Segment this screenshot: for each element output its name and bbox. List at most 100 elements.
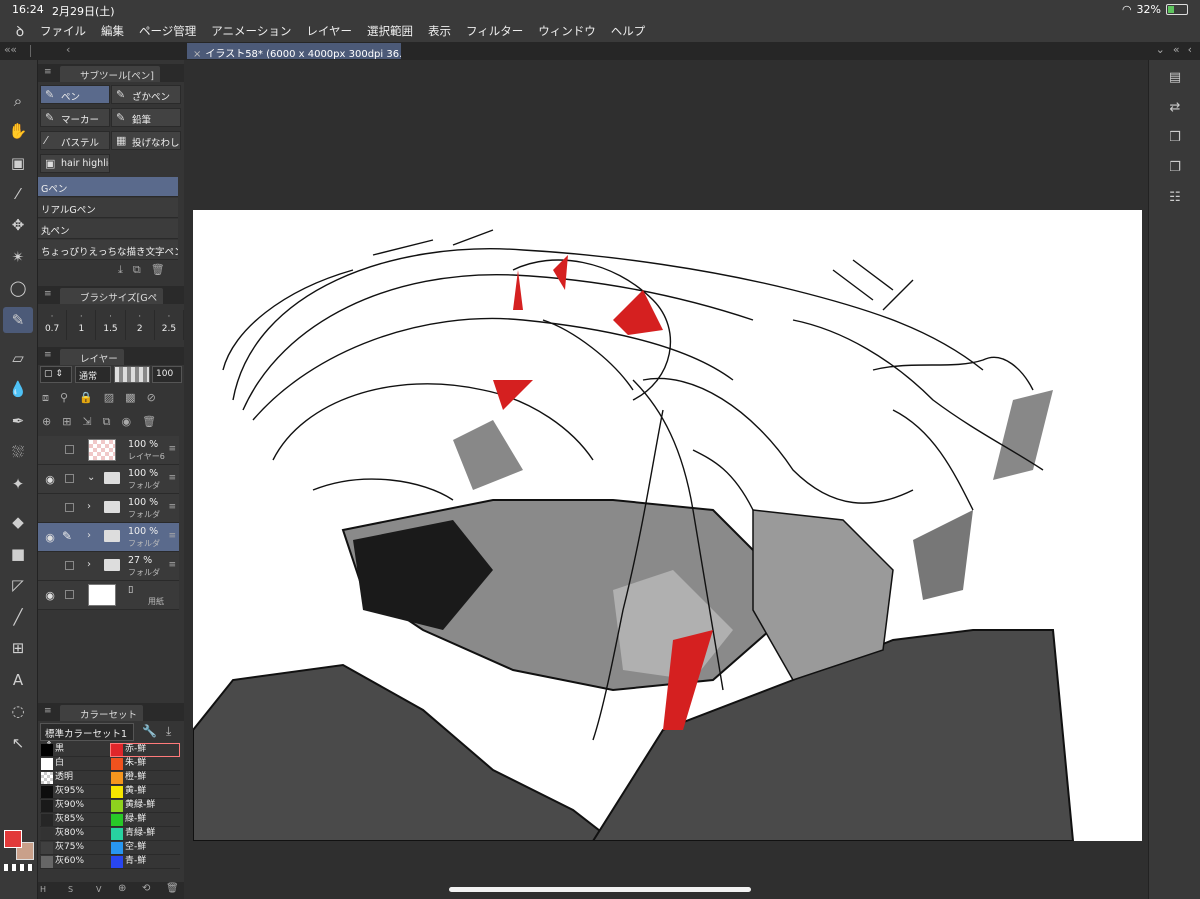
layer-menu-icon[interactable]: ≡ xyxy=(168,560,176,570)
trash-icon[interactable]: 🗑 xyxy=(166,883,179,894)
new-layer-icon[interactable]: ⊕ xyxy=(42,415,51,429)
color-swatch[interactable]: 灰90% xyxy=(40,799,110,813)
lasso-tool-icon[interactable]: ◯ xyxy=(3,275,33,301)
menu-layer[interactable]: レイヤー xyxy=(306,23,352,39)
ruler-icon[interactable]: ⊘ xyxy=(147,391,156,405)
menu-page[interactable]: ページ管理 xyxy=(139,23,196,39)
app-logo-icon[interactable]: ꝺ xyxy=(0,22,40,41)
close-tab-icon[interactable]: × xyxy=(193,49,201,59)
color-swatch[interactable]: 赤-鮮 xyxy=(110,743,180,757)
menu-animation[interactable]: アニメーション xyxy=(211,23,291,39)
chevron-down-icon[interactable]: ⌄ xyxy=(87,472,95,483)
chevron-right-icon[interactable]: › xyxy=(87,559,91,570)
lock-icon[interactable]: 🔒 xyxy=(79,391,93,405)
zoom-tool-icon[interactable]: ⌕ xyxy=(3,88,33,114)
line-tool-icon[interactable]: ╱ xyxy=(3,604,33,630)
correct-line-tool-icon[interactable]: ↖ xyxy=(3,730,33,756)
brush-list-item[interactable]: Gペン xyxy=(38,177,178,197)
main-color-swatch[interactable] xyxy=(4,830,22,848)
mask-create-icon[interactable]: ◉ xyxy=(122,415,132,429)
blend-tool-icon[interactable]: 💧 xyxy=(3,376,33,402)
mask-icon[interactable]: ▩ xyxy=(125,391,135,405)
figure-tool-icon[interactable]: ◸ xyxy=(3,572,33,598)
menu-file[interactable]: ファイル xyxy=(40,23,86,39)
layer-checkbox[interactable] xyxy=(65,590,74,599)
brush-list-item[interactable]: リアルGペン xyxy=(38,198,178,218)
color-swatch[interactable]: 黄-鮮 xyxy=(110,785,180,799)
color-swatch[interactable]: 緑-鮮 xyxy=(110,813,180,827)
move-tool-icon[interactable]: ✥ xyxy=(3,212,33,238)
opacity-value[interactable]: 100 xyxy=(152,366,182,383)
layer-menu-icon[interactable]: ≡ xyxy=(168,444,176,454)
download-icon[interactable]: ⤓ xyxy=(166,724,171,739)
brush-size-option[interactable]: · 1 xyxy=(67,310,97,340)
reference-layer-icon[interactable]: ⚲ xyxy=(60,391,68,405)
layer-property-icon[interactable]: ❒ xyxy=(1166,130,1184,148)
chevron-left-icon[interactable]: ‹ xyxy=(1188,43,1192,56)
color-swatch[interactable]: 空-鮮 xyxy=(110,841,180,855)
color-swatch[interactable]: 朱-鮮 xyxy=(110,757,180,771)
layer-row[interactable]: 100 % レイヤー6 ≡ xyxy=(38,436,179,465)
subtool-group-hair[interactable]: ▣ hair highlig xyxy=(40,154,110,173)
airbrush-tool-icon[interactable]: ⛆ xyxy=(3,439,33,465)
add-color-icon[interactable]: ⊕ xyxy=(118,883,126,894)
magic-wand-tool-icon[interactable]: ✴ xyxy=(3,244,33,270)
color-swatch[interactable]: 青緑-鮮 xyxy=(110,827,180,841)
eye-icon[interactable]: ◉ xyxy=(43,589,57,602)
color-swatch[interactable]: 黄緑-鮮 xyxy=(110,799,180,813)
subtool-tab[interactable]: サブツール[ペン] xyxy=(60,66,160,82)
color-swatch[interactable]: 灰75% xyxy=(40,841,110,855)
eyedropper-tool-icon[interactable]: ⁄ xyxy=(3,181,33,207)
chevron-right-icon[interactable]: › xyxy=(87,501,91,512)
text-tool-icon[interactable]: A xyxy=(3,667,33,693)
trash-icon[interactable]: 🗑 xyxy=(142,415,156,429)
decoration-tool-icon[interactable]: ✦ xyxy=(3,471,33,497)
eye-icon[interactable]: ◉ xyxy=(43,531,57,544)
eye-icon[interactable]: ◉ xyxy=(43,473,57,486)
eraser-tool-icon[interactable]: ▱ xyxy=(3,345,33,371)
color-swatch[interactable]: 灰80% xyxy=(40,827,110,841)
replace-color-icon[interactable]: ⟲ xyxy=(142,883,150,894)
subtool-group-zaka-pen[interactable]: ✎ ざかペン xyxy=(111,85,181,104)
trash-icon[interactable]: 🗑 xyxy=(151,263,165,277)
brush-list-item[interactable]: ちょっぴりえっちな描き文字ペン xyxy=(38,240,178,260)
tool-property-icon[interactable]: ⇄ xyxy=(1166,100,1184,118)
document-tab[interactable]: × イラスト58* (6000 x 4000px 300dpi 36.0%) xyxy=(187,43,401,59)
collapse-left-icon[interactable]: « « xyxy=(4,43,17,56)
brush-size-option[interactable]: · 2 xyxy=(126,310,155,340)
layer-checkbox[interactable] xyxy=(65,474,74,483)
brush-tool-icon[interactable]: ✒ xyxy=(3,408,33,434)
color-swatch[interactable]: 透明 xyxy=(40,771,110,785)
layer-menu-icon[interactable]: ≡ xyxy=(168,473,176,483)
menu-selection[interactable]: 選択範囲 xyxy=(367,23,413,39)
blend-mode-select[interactable]: 通常 xyxy=(75,366,111,383)
color-swatch[interactable]: 灰60% xyxy=(40,855,110,869)
object-tool-icon[interactable]: ▣ xyxy=(3,150,33,176)
navigator-icon[interactable]: ▤ xyxy=(1166,70,1184,88)
menu-icon[interactable]: ≡ xyxy=(44,289,52,299)
menu-filter[interactable]: フィルター xyxy=(466,23,523,39)
color-swatch[interactable]: 灰95% xyxy=(40,785,110,799)
pen-tool-icon[interactable]: ✎ xyxy=(3,307,33,333)
brush-list-item[interactable]: 丸ペン xyxy=(38,219,178,239)
menu-window[interactable]: ウィンドウ xyxy=(538,23,596,39)
menu-icon[interactable]: ≡ xyxy=(44,350,52,360)
color-swatch[interactable]: 灰85% xyxy=(40,813,110,827)
layer-row[interactable]: ◉ ⌄ 100 % フォルダ ≡ xyxy=(38,465,179,494)
layer-panel-icon[interactable]: ❐ xyxy=(1166,160,1184,178)
merge-icon[interactable]: ⧉ xyxy=(103,415,111,429)
brush-size-tab[interactable]: ブラシサイズ[Gペ xyxy=(60,288,164,304)
color-swatch[interactable]: 白 xyxy=(40,757,110,771)
layer-checkbox[interactable] xyxy=(65,561,74,570)
brush-size-option[interactable]: · 2.5 xyxy=(155,310,185,340)
fill-tool-icon[interactable]: ◆ xyxy=(3,509,33,535)
color-swatch[interactable]: 青-鮮 xyxy=(110,855,180,869)
layer-menu-icon[interactable]: ≡ xyxy=(168,531,176,541)
download-icon[interactable]: ⤓ xyxy=(118,263,123,277)
menu-icon[interactable]: ≡ xyxy=(44,67,52,77)
layer-color-button[interactable]: ▢ ⇕ xyxy=(40,366,72,383)
duplicate-icon[interactable]: ⧉ xyxy=(133,263,141,277)
canvas-area[interactable] xyxy=(184,60,1148,899)
chevron-right-icon[interactable]: › xyxy=(87,530,91,541)
history-icon[interactable]: ☷ xyxy=(1166,190,1184,208)
